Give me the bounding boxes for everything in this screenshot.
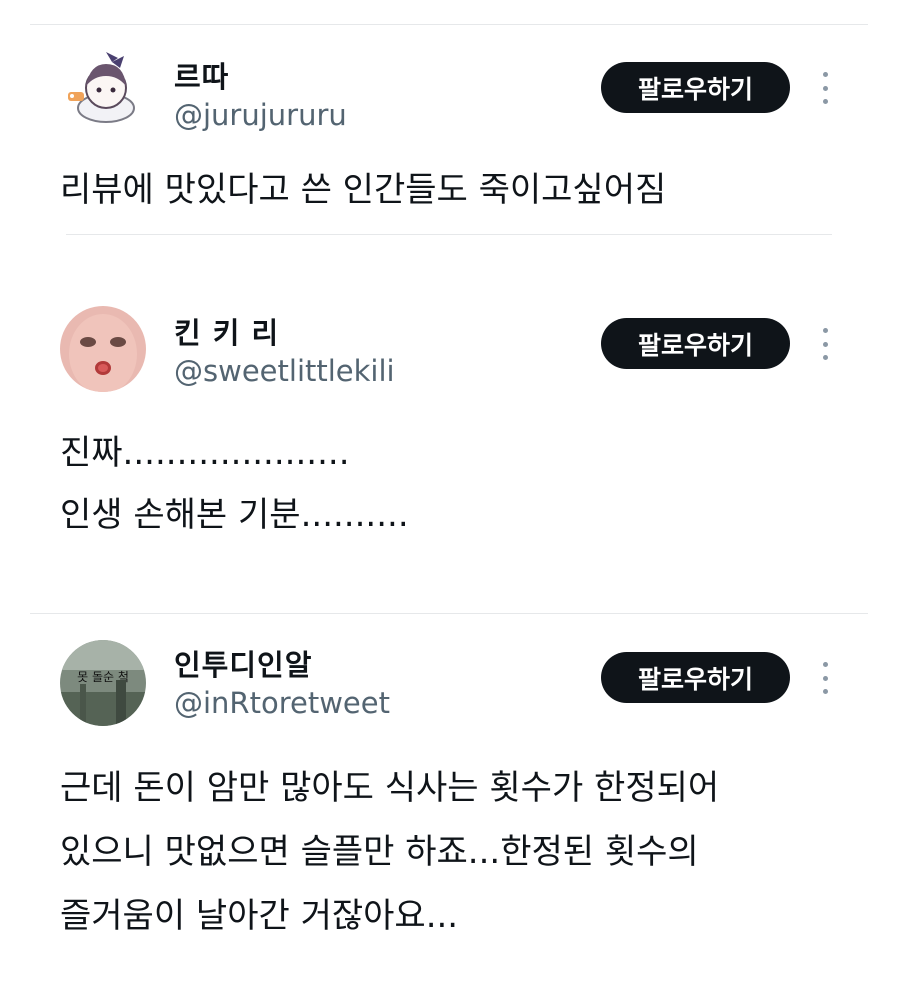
tweet-text-line: 인생 손해본 기분..........	[60, 495, 409, 535]
more-vertical-icon[interactable]	[816, 662, 834, 694]
handle[interactable]: @jurujururu	[174, 98, 347, 132]
display-name[interactable]: 인투디인알	[174, 642, 312, 684]
tweet-text-line: 진짜.....................	[60, 433, 350, 473]
follow-button[interactable]: 팔로우하기	[601, 62, 790, 113]
tweet-divider	[30, 613, 868, 614]
follow-button[interactable]: 팔로우하기	[601, 318, 790, 369]
display-name[interactable]: 르따	[174, 54, 229, 96]
tweet-text-line: 리뷰에 맛있다고 쓴 인간들도 죽이고싶어짐	[60, 170, 667, 210]
avatar[interactable]	[60, 306, 146, 392]
tweet-text: 리뷰에 맛있다고 쓴 인간들도 죽이고싶어짐	[60, 166, 666, 214]
avatar[interactable]	[60, 46, 146, 132]
more-vertical-icon[interactable]	[816, 328, 834, 360]
follow-button[interactable]: 팔로우하기	[601, 652, 790, 703]
handle[interactable]: @inRtoretweet	[174, 686, 390, 720]
avatar-image-chibi	[60, 46, 146, 132]
avatar-text: 못 돌순 척	[77, 670, 129, 684]
handle[interactable]: @sweetlittlekili	[174, 354, 395, 388]
avatar-image-pink-mask	[60, 306, 146, 392]
avatar-image-photo: 못 돌순 척	[60, 640, 146, 726]
top-divider	[30, 24, 868, 25]
more-vertical-icon[interactable]	[816, 72, 834, 104]
tweet-text-line: 즐거움이 날아간 거잖아요...	[60, 896, 459, 936]
tweet-text-line: 근데 돈이 암만 많아도 식사는 횟수가 한정되어	[60, 768, 720, 808]
display-name[interactable]: 킨 키 리	[174, 310, 279, 352]
tweet-text-line: 있으니 맛없으면 슬플만 하죠...한정된 횟수의	[60, 832, 699, 872]
avatar[interactable]: 못 돌순 척	[60, 640, 146, 726]
tweet-text: 근데 돈이 암만 많아도 식사는 횟수가 한정되어 있으니 맛없으면 슬플만 하…	[60, 756, 719, 948]
tweet-text: 진짜..................... 인생 손해본 기분.......…	[60, 422, 409, 546]
tweet-divider	[66, 234, 832, 235]
